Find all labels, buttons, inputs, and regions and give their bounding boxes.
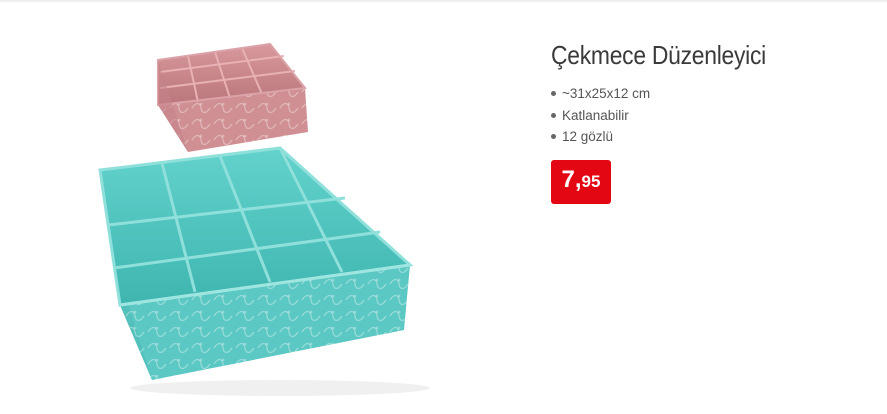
feature-text: ~31x25x12 cm <box>562 86 651 101</box>
price-integer: 7 <box>561 165 575 193</box>
top-divider <box>0 0 887 3</box>
product-page: Çekmece Düzenleyici ~31x25x12 cm Katlana… <box>0 0 887 414</box>
feature-item: Katlanabilir <box>551 105 871 127</box>
feature-text: 12 gözlü <box>562 129 614 144</box>
price-decimal: 95 <box>581 171 601 191</box>
feature-item: 12 gözlü <box>551 126 871 148</box>
bullet-icon <box>551 134 556 140</box>
pink-organizer <box>157 42 308 152</box>
price-separator: , <box>574 165 582 193</box>
product-image <box>80 20 450 410</box>
feature-text: Katlanabilir <box>562 107 629 123</box>
product-title: Çekmece Düzenleyici <box>551 40 766 70</box>
feature-item: ~31x25x12 cm <box>551 83 871 105</box>
feature-list: ~31x25x12 cm Katlanabilir 12 gözlü <box>551 83 871 148</box>
bullet-icon <box>551 91 556 97</box>
bullet-icon <box>551 112 556 118</box>
drawer-organizer-icon <box>98 42 430 396</box>
teal-organizer <box>98 146 414 380</box>
product-info: Çekmece Düzenleyici ~31x25x12 cm Katlana… <box>551 40 871 204</box>
price-badge: 7 , 95 <box>551 159 611 204</box>
